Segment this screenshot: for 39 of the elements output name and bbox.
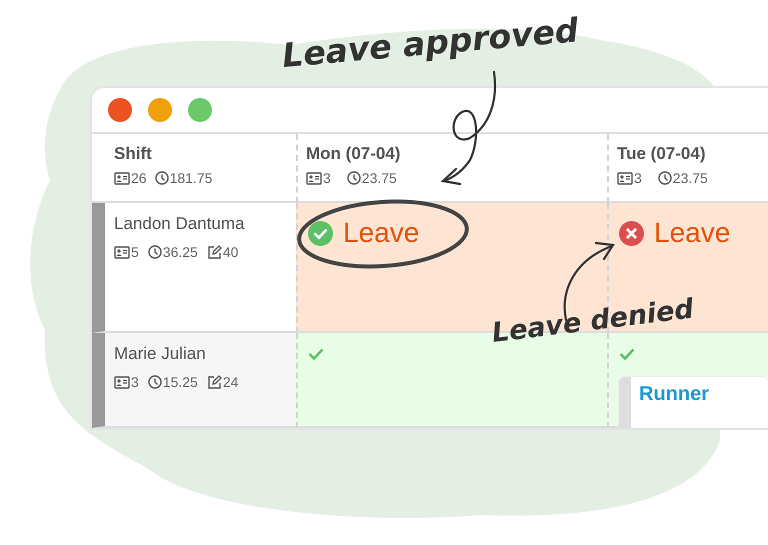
employee-name: Marie Julian (114, 344, 206, 364)
check-icon (308, 348, 324, 360)
hours-total: 36.25 (162, 244, 198, 260)
leave-label: Leave (654, 217, 730, 249)
id-card-icon (114, 172, 130, 184)
check-icon (619, 348, 635, 360)
staff-count: 26 (131, 170, 147, 186)
shift-count: 5 (131, 244, 139, 260)
hours-total: 23.75 (672, 170, 708, 186)
close-button[interactable] (108, 98, 132, 122)
day-header: Mon (07-04) (306, 144, 400, 164)
edit-icon (206, 375, 222, 389)
maximize-button[interactable] (188, 98, 212, 122)
hours-total: 23.75 (362, 170, 397, 186)
staff-count: 3 (634, 170, 642, 186)
hours-total: 181.75 (170, 170, 212, 186)
annotation: Leave denied (490, 294, 696, 349)
clock-icon (148, 245, 162, 259)
id-card-icon (617, 172, 633, 184)
edit-count: 40 (222, 244, 238, 260)
employee-name: Landon Dantuma (114, 214, 244, 234)
column-header: Shift (114, 144, 152, 164)
annotation: Leave approved (280, 10, 580, 75)
edit-icon (206, 245, 222, 259)
clock-icon (346, 171, 361, 185)
edit-count: 24 (222, 374, 238, 390)
clock-icon (148, 375, 162, 389)
minimize-button[interactable] (148, 98, 172, 122)
id-card-icon (306, 172, 322, 184)
id-card-icon (114, 246, 130, 258)
id-card-icon (114, 376, 130, 388)
clock-icon (658, 171, 672, 185)
leave-label: Leave (343, 217, 420, 249)
hours-total: 15.25 (162, 374, 198, 390)
clock-icon (154, 171, 169, 185)
day-header: Tue (07-04) (617, 144, 706, 164)
shift-title: Runner (639, 383, 709, 405)
staff-count: 3 (323, 170, 331, 186)
shift-count: 3 (131, 374, 139, 390)
